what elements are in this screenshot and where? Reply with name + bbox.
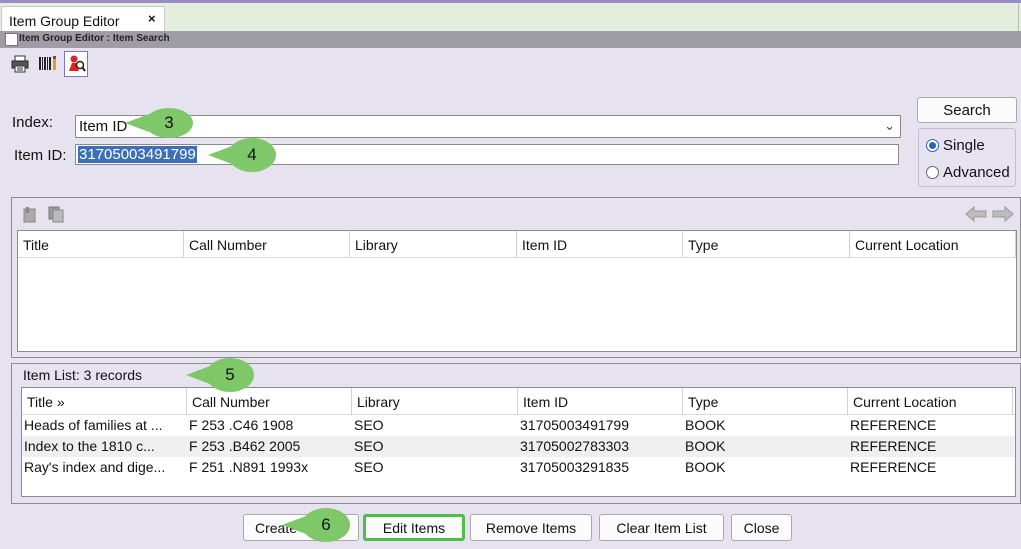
column-header[interactable]: Item ID [517, 231, 683, 257]
column-header[interactable]: Type [683, 231, 850, 257]
close-button[interactable]: Close [731, 514, 792, 541]
table-cell: BOOK [685, 438, 726, 454]
table-cell: Heads of families at ... [24, 417, 163, 433]
clear-item-list-button[interactable]: Clear Item List [599, 514, 724, 541]
callout-3: 3 [125, 108, 193, 138]
divider [1018, 3, 1019, 31]
tab-item-group-editor[interactable]: Item Group Editor × [1, 6, 165, 34]
radio-single-label: Single [943, 137, 985, 154]
table-header: Title Call Number Library Item ID Type C… [18, 231, 1016, 258]
column-header[interactable]: Item ID [518, 388, 683, 414]
add-to-list-icon[interactable] [20, 205, 38, 223]
radio-advanced-label: Advanced [943, 164, 1010, 181]
table-cell: 31705002783303 [520, 438, 630, 454]
table-header: Title » Call Number Library Item ID Type… [22, 388, 1015, 415]
close-icon[interactable]: × [148, 11, 156, 26]
callout-4: 4 [208, 138, 276, 172]
table-cell: SEO [354, 417, 384, 433]
remove-items-button[interactable]: Remove Items [470, 514, 592, 541]
column-header[interactable]: Title » [22, 388, 187, 414]
index-label: Index: [12, 114, 53, 131]
chevron-down-icon: ⌄ [884, 118, 895, 133]
radio-unselected-icon [926, 166, 939, 179]
item-id-input[interactable]: 31705003491799 [75, 144, 899, 165]
item-list-table: Title » Call Number Library Item ID Type… [21, 387, 1016, 497]
search-mode-group: Single Advanced [918, 128, 1016, 187]
table-cell: 31705003491799 [520, 417, 630, 433]
table-cell: 31705003291835 [520, 459, 630, 475]
table-cell: REFERENCE [850, 417, 937, 433]
tab-bar: Item Group Editor × [0, 0, 1021, 34]
column-header[interactable]: Current Location [850, 231, 1016, 257]
table-cell: F 253 .B462 2005 [189, 438, 301, 454]
table-cell: REFERENCE [850, 459, 937, 475]
results-panel: Title Call Number Library Item ID Type C… [11, 197, 1021, 358]
arrow-right-icon[interactable] [992, 205, 1014, 225]
table-cell: F 253 .C46 1908 [189, 417, 294, 433]
callout-5: 5 [186, 358, 254, 392]
index-value: Item ID [79, 118, 128, 135]
column-header[interactable]: Library [350, 231, 517, 257]
item-list-heading: Item List: 3 records [23, 367, 143, 383]
column-header[interactable]: Call Number [184, 231, 350, 257]
table-row[interactable]: Ray's index and dige... F 251 .N891 1993… [22, 457, 1015, 478]
radio-selected-icon [926, 139, 939, 152]
item-list-panel: Item List: 3 records Title » Call Number… [11, 363, 1021, 504]
column-header[interactable]: Call Number [187, 388, 352, 414]
table-cell: BOOK [685, 417, 726, 433]
breadcrumb: Item Group Editor : Item Search [19, 33, 170, 44]
column-header[interactable]: Library [352, 388, 518, 414]
results-table: Title Call Number Library Item ID Type C… [17, 230, 1017, 352]
table-cell: SEO [354, 438, 384, 454]
table-cell: Index to the 1810 c... [24, 438, 155, 454]
table-cell: BOOK [685, 459, 726, 475]
table-row[interactable]: Heads of families at ... F 253 .C46 1908… [22, 415, 1015, 436]
column-header[interactable]: Type [683, 388, 848, 414]
radio-single[interactable]: Single [926, 137, 985, 154]
printer-icon[interactable] [8, 51, 32, 77]
barcode-icon[interactable] [36, 51, 60, 77]
tab-title: Item Group Editor [9, 13, 120, 29]
column-header[interactable]: Title [18, 231, 184, 257]
window-checkbox[interactable] [5, 33, 18, 46]
search-button[interactable]: Search [917, 97, 1017, 123]
table-cell: F 251 .N891 1993x [189, 459, 309, 475]
column-header[interactable]: Current Location [848, 388, 1013, 414]
copy-icon[interactable] [47, 205, 65, 223]
arrow-left-icon[interactable] [965, 205, 987, 225]
table-cell: REFERENCE [850, 438, 937, 454]
callout-6: 6 [282, 508, 350, 542]
table-cell: SEO [354, 459, 384, 475]
radio-advanced[interactable]: Advanced [926, 164, 1010, 181]
breadcrumb-bar: Item Group Editor : Item Search [0, 31, 1021, 48]
table-cell: Ray's index and dige... [24, 459, 166, 475]
item-id-value: 31705003491799 [78, 146, 197, 163]
index-select[interactable]: Item ID ⌄ [75, 115, 901, 138]
person-search-icon[interactable] [64, 51, 88, 77]
item-id-label: Item ID: [14, 147, 67, 164]
table-row[interactable]: Index to the 1810 c... F 253 .B462 2005 … [22, 436, 1015, 457]
edit-items-button[interactable]: Edit Items [363, 514, 465, 541]
